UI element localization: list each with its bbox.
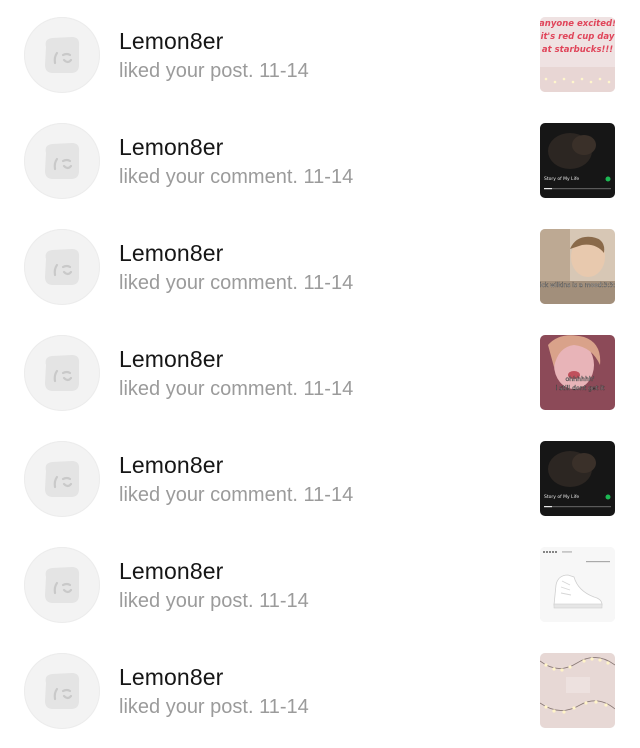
notification-text: liked your comment. 11-14 [119,166,353,189]
post-thumbnail[interactable]: anyone excited! it's red cup day at starbu… [540,17,615,92]
notification-text: liked your comment. 11-14 [119,484,353,507]
notification-row[interactable]: Lemon8er liked your comment. 11-14 Story o… [0,106,640,212]
notification-action: liked your comment. [119,272,298,294]
post-thumbnail[interactable]: Story of My Life [540,441,615,516]
notification-action: liked your comment. [119,166,298,188]
username[interactable]: Lemon8er [119,346,223,373]
notification-text: liked your post. 11-14 [119,696,309,719]
notification-date: 11-14 [303,378,354,400]
notification-date: 11-14 [303,272,354,294]
thumbnail-text-line: at starbucks!!! [542,45,613,55]
notification-date: 11-14 [303,484,354,506]
post-thumbnail[interactable]: ohhhhhh' i still dont get it [540,335,615,410]
notification-text: liked your post. 11-14 [119,60,309,83]
lemon8-avatar-icon[interactable] [24,229,100,305]
thumbnail-text-line: anyone excited! [540,19,615,29]
notification-row[interactable]: Lemon8er liked your comment. 11-14 nick wi… [0,212,640,318]
notification-date: 11-14 [303,166,354,188]
lemon8-avatar-icon[interactable] [24,17,100,93]
notification-action: liked your post. [119,60,254,82]
lemon8-avatar-icon[interactable] [24,547,100,623]
notification-action: liked your post. [119,590,254,612]
notification-row[interactable]: Lemon8er liked your post. 11-14 [0,530,640,636]
username[interactable]: Lemon8er [119,664,223,691]
thumbnail-text-line: it's red cup day [541,32,615,42]
notification-text: liked your comment. 11-14 [119,272,353,295]
notification-date: 11-14 [259,60,309,82]
username[interactable]: Lemon8er [119,240,223,267]
post-thumbnail[interactable] [540,653,615,728]
lemon8-avatar-icon[interactable] [24,441,100,517]
notification-action: liked your comment. [119,484,298,506]
notification-text: liked your post. 11-14 [119,590,309,613]
notification-row[interactable]: Lemon8er liked your post. 11-14 anyone exc… [0,0,640,106]
notification-row[interactable]: Lemon8er liked your post. 11-14 [0,636,640,742]
lemon8-avatar-icon[interactable] [24,123,100,199]
thumbnail-text-line: ohhhhhh' [565,376,594,383]
thumbnail-song-title: Story of My Life [544,494,579,500]
thumbnail-song-title: Story of My Life [544,176,579,182]
post-thumbnail[interactable]: Story of My Life [540,123,615,198]
notification-date: 11-14 [259,590,309,612]
username[interactable]: Lemon8er [119,134,223,161]
thumbnail-caption: nick wilkins is a mood:3:3:3 [540,282,615,289]
notification-row[interactable]: Lemon8er liked your comment. 11-14 Story o… [0,424,640,530]
lemon8-avatar-icon[interactable] [24,653,100,729]
lemon8-avatar-icon[interactable] [24,335,100,411]
notification-action: liked your post. [119,696,254,718]
notification-row[interactable]: Lemon8er liked your comment. 11-14 ohhhhhh… [0,318,640,424]
notification-list: Lemon8er liked your post. 11-14 anyone exc… [0,0,640,742]
username[interactable]: Lemon8er [119,558,223,585]
notification-action: liked your comment. [119,378,298,400]
thumbnail-text-line: i still dont get it [556,385,605,392]
notification-date: 11-14 [259,696,309,718]
username[interactable]: Lemon8er [119,28,223,55]
post-thumbnail[interactable] [540,547,615,622]
username[interactable]: Lemon8er [119,452,223,479]
post-thumbnail[interactable]: nick wilkins is a mood:3:3:3 [540,229,615,304]
notification-text: liked your comment. 11-14 [119,378,353,401]
